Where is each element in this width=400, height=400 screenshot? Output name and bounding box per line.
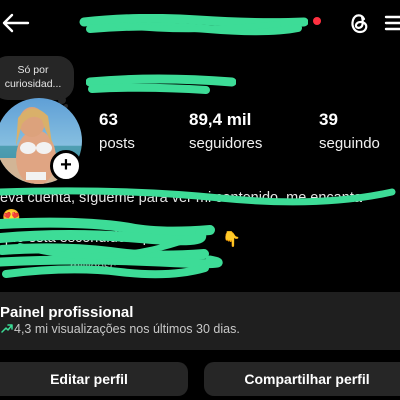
followers-count: 89,4 mil bbox=[189, 110, 252, 129]
posts-count: 63 bbox=[99, 110, 118, 129]
following-count: 39 bbox=[319, 110, 338, 129]
following-label: seguindo bbox=[319, 135, 380, 152]
menu-icon[interactable] bbox=[384, 10, 400, 36]
note-bubble[interactable]: Só por curiosidad... bbox=[0, 56, 74, 100]
dashboard-title: Painel profissional bbox=[0, 304, 134, 321]
share-profile-label: Compartilhar perfil bbox=[244, 371, 370, 387]
back-arrow-icon[interactable] bbox=[0, 6, 34, 40]
username-redacted bbox=[79, 14, 308, 36]
edit-profile-label: Editar perfil bbox=[50, 371, 128, 387]
followers-label: seguidores bbox=[189, 135, 263, 152]
share-profile-button[interactable]: Compartilhar perfil bbox=[204, 362, 400, 396]
professional-dashboard[interactable] bbox=[0, 292, 400, 350]
add-story-icon[interactable]: + bbox=[50, 150, 82, 182]
stat-following[interactable]: 39 seguindo bbox=[319, 110, 380, 152]
stat-posts[interactable]: 63 posts bbox=[99, 110, 135, 152]
dashboard-subtitle: 4,3 mi visualizações nos últimos 30 dias… bbox=[14, 322, 240, 336]
trend-up-icon bbox=[1, 324, 13, 333]
posts-label: posts bbox=[99, 135, 135, 152]
stat-followers[interactable]: 89,4 mil seguidores bbox=[189, 110, 262, 152]
threads-icon[interactable] bbox=[346, 9, 372, 37]
name-redacted bbox=[86, 74, 236, 94]
bio-redaction-scribble bbox=[0, 187, 396, 279]
note-text: Só por curiosidad... bbox=[4, 64, 62, 90]
edit-profile-button[interactable]: Editar perfil bbox=[0, 362, 188, 396]
notification-dot bbox=[313, 17, 321, 25]
